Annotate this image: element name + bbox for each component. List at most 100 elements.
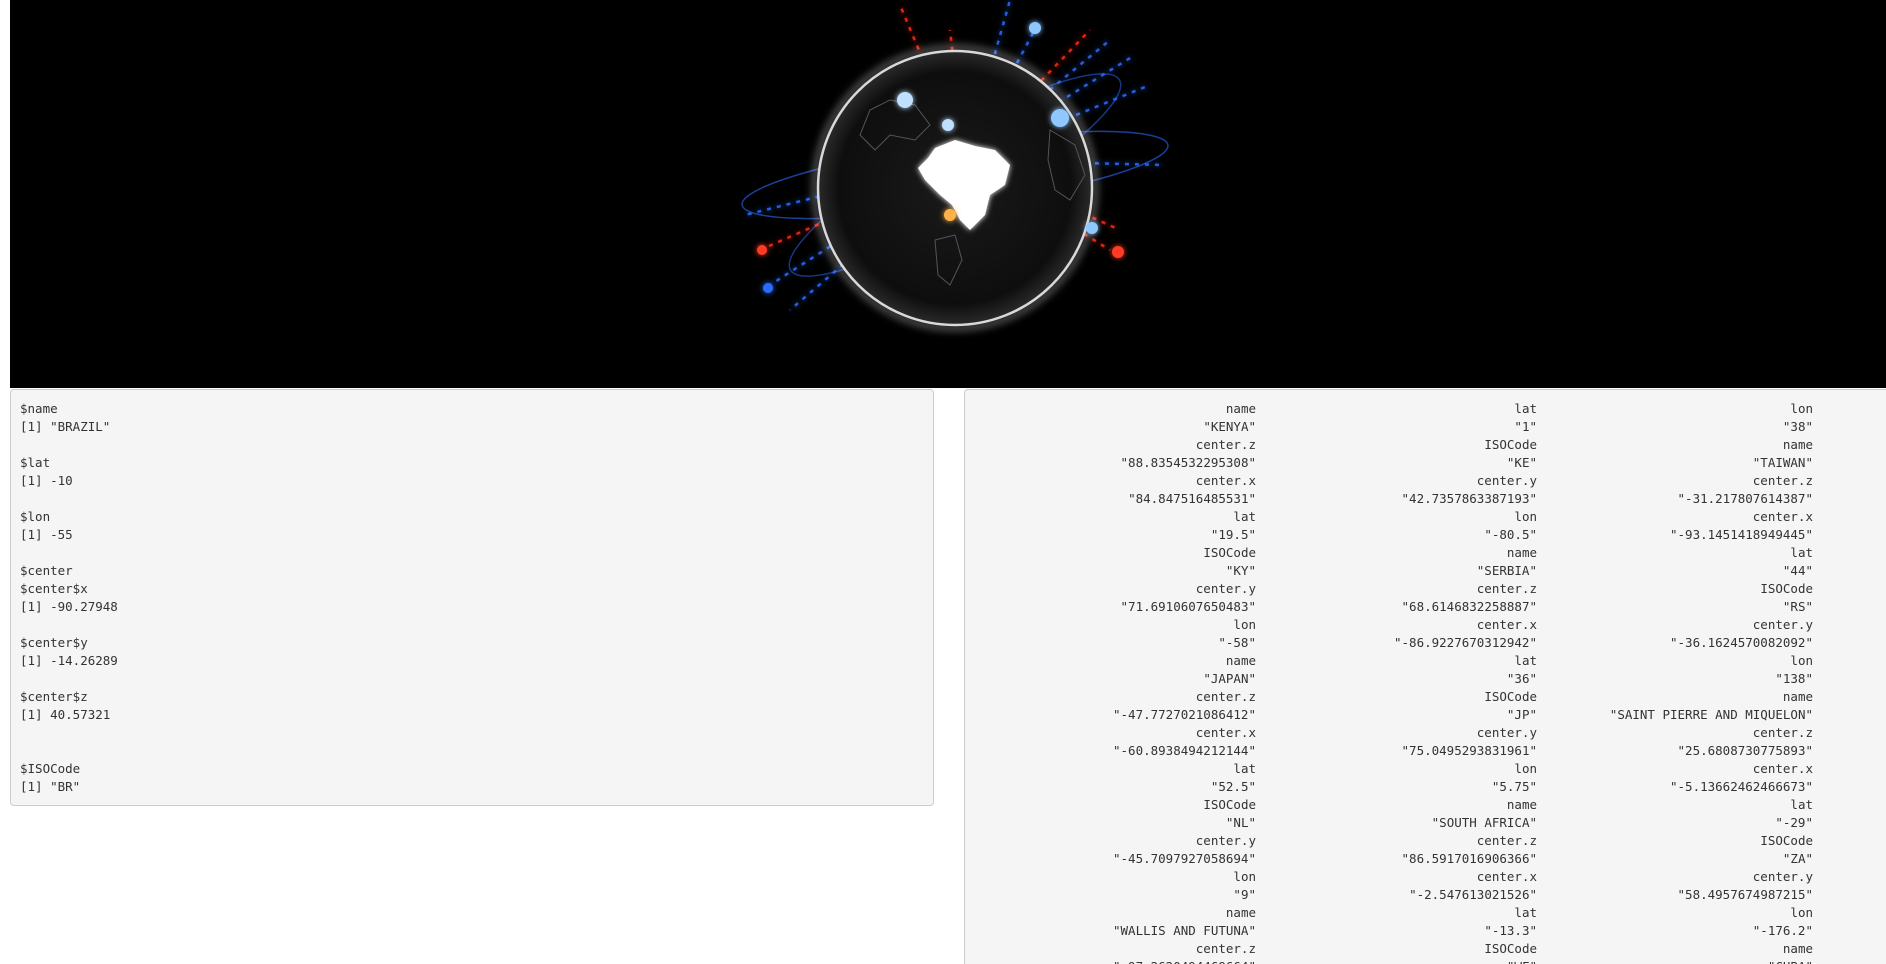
table-cell: "52.5": [1210, 779, 1256, 794]
table-cell: lat: [1790, 797, 1813, 812]
table-row: "-58" "-86.9227670312942" "-36.16245700820…: [965, 634, 1886, 652]
output-blank: [20, 616, 924, 634]
table-cell: "WALLIS AND FUTUNA": [1113, 923, 1256, 938]
table-cell: lon: [1514, 509, 1537, 524]
table-cell: lon: [1790, 905, 1813, 920]
table-cell: "JAPAN": [1203, 671, 1256, 686]
table-cell: "NL": [1225, 815, 1256, 830]
table-cell: "44": [1782, 563, 1813, 578]
table-cell: "SOUTH AFRICA": [1431, 815, 1537, 830]
table-cell: center.x: [1752, 509, 1813, 524]
table-row: lat lon center.x: [965, 760, 1886, 778]
table-row: center.x center.y center.z: [965, 472, 1886, 490]
table-cell: center.y: [1476, 725, 1537, 740]
output-line: [1] 40.57321: [20, 707, 111, 722]
output-blank: [20, 436, 924, 454]
table-cell: center.z: [1476, 581, 1537, 596]
globe-svg[interactable]: [10, 0, 1886, 388]
table-row: lon center.x center.y: [965, 616, 1886, 634]
table-cell: ISOCode: [1760, 833, 1813, 848]
table-cell: "TAIWAN": [1752, 455, 1813, 470]
table-cell: center.z: [1476, 833, 1537, 848]
table-cell: name: [1782, 689, 1813, 704]
table-cell: "ZA": [1782, 851, 1813, 866]
table-row: "KENYA" "1" "38": [965, 418, 1886, 436]
table-row: name lat lon: [965, 400, 1886, 418]
table-row: "-60.8938494212144" "75.0495293831961" "25…: [965, 742, 1886, 760]
table-cell: ISOCode: [1760, 581, 1813, 596]
table-cell: "WF": [1507, 958, 1537, 964]
table-cell: center.x: [1476, 869, 1537, 884]
table-cell: "9": [1233, 887, 1256, 902]
table-cell: ISOCode: [1203, 797, 1256, 812]
table-cell: lat: [1514, 653, 1537, 668]
output-blank: [20, 490, 924, 508]
table-row: "71.6910607650483" "68.6146832258887" "RS": [965, 598, 1886, 616]
table-cell: lon: [1514, 761, 1537, 776]
table-cell: "-97.2620494469664": [1113, 958, 1256, 964]
table-cell: center.y: [1195, 833, 1256, 848]
table-cell: "-13.3": [1484, 923, 1537, 938]
output-gap: [20, 724, 924, 760]
page: $name [1] "BRAZIL" $lat [1] -10 $lon [1] -55 $…: [0, 0, 1886, 964]
output-blank: [20, 670, 924, 688]
table-cell: "19.5": [1210, 527, 1256, 542]
output-line: [1] -55: [20, 527, 73, 542]
table-row: center.y center.z ISOCode: [965, 580, 1886, 598]
table-cell: "36": [1506, 671, 1537, 686]
table-cell: name: [1506, 797, 1537, 812]
table-cell: center.z: [1752, 725, 1813, 740]
table-cell: name: [1225, 653, 1256, 668]
output-line: $ISOCode: [20, 761, 81, 776]
globe-visualization[interactable]: [10, 0, 1886, 388]
output-line: [1] -90.27948: [20, 599, 118, 614]
table-cell: "-176.2": [1752, 923, 1813, 938]
table-cell: "84.847516485531": [1128, 491, 1256, 506]
table-row: ISOCode name lat: [965, 796, 1886, 814]
table-cell: "-29": [1775, 815, 1813, 830]
table-cell: lon: [1233, 617, 1256, 632]
table-cell: lat: [1514, 401, 1537, 416]
table-cell: center.y: [1476, 473, 1537, 488]
selected-country-output: $name [1] "BRAZIL" $lat [1] -10 $lon [1] -55 $…: [10, 389, 934, 806]
table-cell: "CUBA": [1768, 958, 1813, 964]
table-row: center.z ISOCode name: [965, 940, 1886, 958]
table-cell: "42.7357863387193": [1401, 491, 1537, 506]
table-cell: "SAINT PIERRE AND MIQUELON": [1609, 707, 1813, 722]
table-cell: "-80.5": [1484, 527, 1537, 542]
table-row: name lat lon: [965, 652, 1886, 670]
table-cell: center.x: [1476, 617, 1537, 632]
table-cell: center.z: [1195, 941, 1256, 956]
table-cell: "138": [1775, 671, 1813, 686]
table-cell: lat: [1233, 761, 1256, 776]
table-cell: center.y: [1752, 617, 1813, 632]
table-cell: "71.6910607650483": [1120, 599, 1256, 614]
output-line: $lon: [20, 509, 51, 524]
table-row: ISOCode name lat: [965, 544, 1886, 562]
table-row: "-45.7097927058694" "86.5917016906366" "ZA…: [965, 850, 1886, 868]
table-cell: "88.8354532295308": [1120, 455, 1256, 470]
table-cell: "-60.8938494212144": [1113, 743, 1256, 758]
table-row: center.z ISOCode name: [965, 688, 1886, 706]
table-cell: ISOCode: [1484, 689, 1537, 704]
countries-table-output: name lat lon "KENYA" "1" "38" center.z ISOCode n…: [964, 389, 1886, 964]
output-line: $center: [20, 563, 73, 578]
table-cell: lat: [1790, 545, 1813, 560]
output-line: [1] -10: [20, 473, 73, 488]
table-cell: ISOCode: [1484, 437, 1537, 452]
table-cell: "-86.9227670312942": [1394, 635, 1537, 650]
table-cell: lat: [1514, 905, 1537, 920]
table-cell: name: [1506, 545, 1537, 560]
table-row: "52.5" "5.75" "-5.13662462466673": [965, 778, 1886, 796]
table-cell: "38": [1782, 419, 1813, 434]
table-cell: center.z: [1195, 689, 1256, 704]
table-cell: "68.6146832258887": [1401, 599, 1537, 614]
table-row: "-97.2620494469664" "WF" "CUBA": [965, 958, 1886, 964]
output-line: $name: [20, 401, 58, 416]
table-cell: "75.0495293831961": [1401, 743, 1537, 758]
output-line: [1] "BR": [20, 779, 81, 794]
output-line: $lat: [20, 455, 51, 470]
table-cell: lon: [1790, 401, 1813, 416]
table-cell: "KY": [1225, 563, 1256, 578]
table-cell: center.x: [1752, 761, 1813, 776]
